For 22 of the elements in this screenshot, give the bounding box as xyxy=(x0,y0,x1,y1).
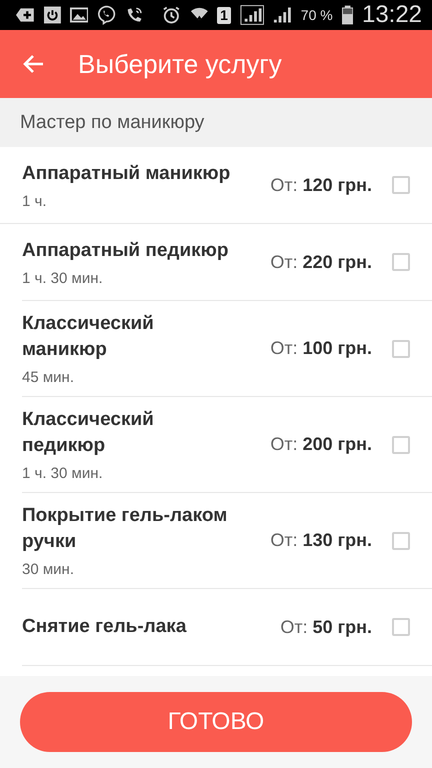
service-name: Покрытие гель-лаком ручки xyxy=(22,504,228,554)
clock-time: 13:22 xyxy=(362,1,422,29)
sim-slot-label: 1 xyxy=(217,6,231,24)
battery-percent: 70 % xyxy=(300,7,333,23)
service-duration: 1 ч. xyxy=(22,192,48,210)
service-name: Аппаратный маникюр xyxy=(22,162,232,186)
service-duration: 45 мин. xyxy=(22,369,75,386)
service-name: Аппаратный педикюр xyxy=(22,238,230,262)
service-duration: 1 ч. 30 мин. xyxy=(22,465,104,482)
service-price: От: 200 грн. xyxy=(270,434,372,455)
service-price: От: 50 грн. xyxy=(280,616,372,638)
service-price: От: 130 грн. xyxy=(270,530,372,551)
screen-title: Выберите услугу xyxy=(78,48,282,80)
service-duration: 30 мин. xyxy=(22,561,75,578)
service-duration: 1 ч. 30 мин. xyxy=(22,270,104,286)
service-price: От: 100 грн. xyxy=(270,338,372,359)
service-price: От: 220 грн. xyxy=(270,252,372,272)
service-name: Классический педикюр xyxy=(22,408,155,458)
service-price: От: 120 грн. xyxy=(270,174,372,196)
service-name: Снятие гель-лака xyxy=(22,615,188,639)
section-title: Мастер по маникюру xyxy=(20,112,204,134)
service-name: Классический маникюр xyxy=(22,312,155,362)
